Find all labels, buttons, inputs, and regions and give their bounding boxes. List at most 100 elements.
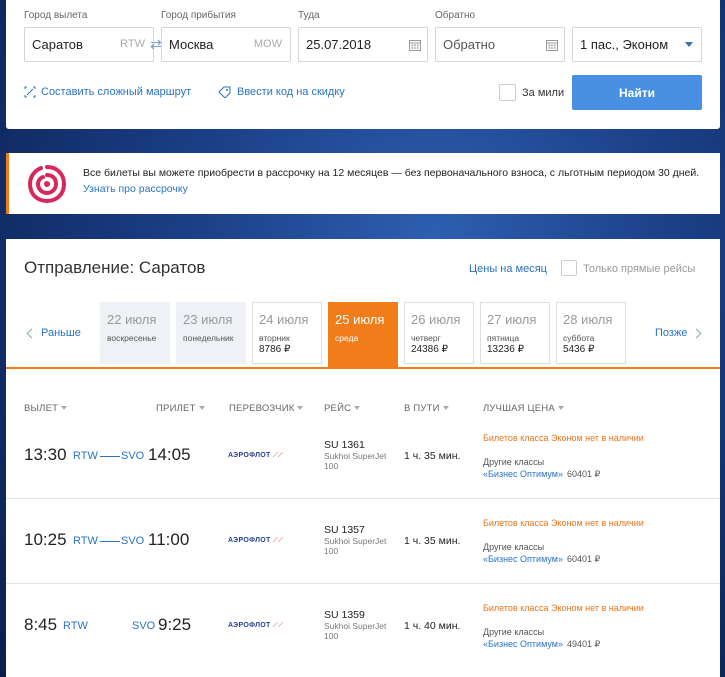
sort-icon bbox=[442, 406, 449, 411]
date-card-weekday: пятница bbox=[487, 333, 520, 343]
divider bbox=[6, 367, 720, 369]
depart-date-field[interactable]: 25.07.2018 bbox=[298, 27, 428, 62]
from-field[interactable]: Саратов RTW bbox=[24, 27, 154, 62]
passengers-value: 1 пас., Эконом bbox=[580, 37, 669, 52]
to-value: Москва bbox=[169, 37, 214, 52]
date-card[interactable]: 22 июля воскресенье bbox=[100, 302, 170, 364]
direct-only-checkbox[interactable] bbox=[561, 260, 577, 276]
col-carrier-header[interactable]: ПЕРЕВОЗЧИК bbox=[229, 403, 304, 414]
to-code: MOW bbox=[253, 38, 282, 50]
flight-row[interactable]: 8:45 RTW SVO 9:25 АЭРОФЛОТ ⟋⟋ SU 1359 Su… bbox=[6, 583, 720, 668]
fare-class-link[interactable]: «Бизнес Оптимум» bbox=[483, 554, 563, 564]
search-button[interactable]: Найти bbox=[572, 75, 702, 110]
route-line bbox=[100, 456, 120, 457]
flight-number: SU 1357 bbox=[324, 524, 365, 536]
col-price-header[interactable]: ЛУЧШАЯ ЦЕНА bbox=[483, 403, 564, 414]
arrive-time: 9:25 bbox=[158, 615, 192, 634]
installment-logo-icon bbox=[27, 165, 67, 204]
date-card-weekday: воскресенье bbox=[107, 333, 157, 343]
date-card-selected[interactable]: 25 июля среда bbox=[328, 302, 398, 368]
return-label: Обратно bbox=[435, 10, 476, 21]
arrive-airport: SVO bbox=[121, 535, 145, 547]
later-label: Позже bbox=[655, 327, 688, 339]
date-card-date: 25 июля bbox=[335, 312, 385, 327]
from-value: Саратов bbox=[32, 37, 83, 52]
date-card-weekday: вторник bbox=[259, 333, 290, 343]
fare-class-link[interactable]: «Бизнес Оптимум» bbox=[483, 639, 563, 649]
later-link[interactable]: Позже bbox=[655, 327, 702, 339]
col-depart-header[interactable]: ВЫЛЕТ bbox=[24, 403, 68, 414]
chevron-down-icon bbox=[685, 42, 693, 47]
flight-row[interactable]: 10:25 RTW SVO 11:00 АЭРОФЛОТ ⟋⟋ SU 1357 … bbox=[6, 498, 720, 583]
from-code: RTW bbox=[120, 38, 145, 50]
fare-price: 60401 ₽ bbox=[567, 469, 601, 479]
depart-label: Туда bbox=[298, 10, 320, 21]
date-card[interactable]: 24 июля вторник 8786 ₽ bbox=[252, 302, 322, 364]
depart-airport: RTW bbox=[73, 450, 98, 462]
sort-icon bbox=[354, 406, 361, 411]
airline-logo: АЭРОФЛОТ ⟋⟋ bbox=[228, 537, 284, 544]
date-card-date: 22 июля bbox=[107, 312, 157, 327]
depart-time: 10:25 bbox=[24, 530, 67, 549]
to-field[interactable]: Москва MOW bbox=[161, 27, 291, 62]
arrive-airport: SVO bbox=[132, 620, 156, 632]
sort-icon bbox=[61, 406, 68, 411]
date-card-date: 24 июля bbox=[259, 312, 309, 327]
airline-logo: АЭРОФЛОТ ⟋⟋ bbox=[228, 452, 284, 459]
economy-unavailable: Билетов класса Эконом нет в наличии bbox=[483, 518, 644, 528]
route-icon bbox=[24, 86, 36, 98]
col-flight-header[interactable]: РЕЙС bbox=[324, 403, 361, 414]
installment-link[interactable]: Узнать про рассрочку bbox=[83, 183, 188, 195]
depart-time: 13:30 bbox=[24, 445, 67, 464]
flight-row[interactable]: 13:30 RTW SVO 14:05 АЭРОФЛОТ ⟋⟋ SU 1361 … bbox=[6, 423, 720, 508]
economy-unavailable: Билетов класса Эконом нет в наличии bbox=[483, 603, 644, 613]
date-card[interactable]: 23 июля понедельник bbox=[176, 302, 246, 364]
installment-banner: Все билеты вы можете приобрести в рассро… bbox=[6, 153, 720, 214]
date-card[interactable]: 28 июля суббота 5436 ₽ bbox=[556, 302, 626, 364]
date-card-weekday: четверг bbox=[411, 333, 441, 343]
earlier-link[interactable]: Раньше bbox=[26, 327, 81, 339]
swap-icon[interactable]: ⇄ bbox=[150, 36, 162, 53]
passengers-select[interactable]: 1 пас., Эконом bbox=[572, 27, 702, 62]
aircraft-type: Sukhoi SuperJet 100 bbox=[324, 621, 387, 641]
to-label: Город прибытия bbox=[161, 10, 236, 21]
prices-month-link[interactable]: Цены на месяц bbox=[469, 263, 547, 275]
direct-only-label: Только прямые рейсы bbox=[583, 263, 696, 275]
calendar-icon[interactable] bbox=[409, 39, 421, 51]
complex-route-link[interactable]: Составить сложный маршрут bbox=[24, 86, 191, 98]
fare-class-link[interactable]: «Бизнес Оптимум» bbox=[483, 469, 563, 479]
date-card[interactable]: 26 июля четверг 24386 ₽ bbox=[404, 302, 474, 364]
depart-value: 25.07.2018 bbox=[306, 37, 372, 52]
from-label: Город вылета bbox=[24, 10, 88, 21]
fare-price: 49401 ₽ bbox=[567, 639, 601, 649]
arrive-time: 14:05 bbox=[148, 445, 191, 464]
aircraft-type: Sukhoi SuperJet 100 bbox=[324, 451, 387, 471]
aircraft-type: Sukhoi SuperJet 100 bbox=[324, 536, 387, 556]
miles-checkbox[interactable] bbox=[499, 84, 516, 101]
arrive-airport: SVO bbox=[121, 450, 145, 462]
promo-code-link[interactable]: Ввести код на скидку bbox=[218, 86, 345, 98]
date-card[interactable]: 27 июля пятница 13236 ₽ bbox=[480, 302, 550, 364]
col-arrive-header[interactable]: ПРИЛЕТ bbox=[156, 403, 205, 414]
depart-airport: RTW bbox=[63, 620, 88, 632]
return-placeholder: Обратно bbox=[443, 37, 496, 52]
calendar-icon[interactable] bbox=[546, 39, 558, 51]
airline-logo: АЭРОФЛОТ ⟋⟋ bbox=[228, 622, 284, 629]
search-panel: Город вылета Саратов RTW ⇄ Город прибыти… bbox=[6, 0, 720, 129]
return-date-field[interactable]: Обратно bbox=[435, 27, 565, 62]
date-card-date: 28 июля bbox=[563, 312, 613, 327]
tag-icon bbox=[218, 86, 231, 98]
promo-code-label: Ввести код на скидку bbox=[237, 86, 345, 98]
date-card-date: 26 июля bbox=[411, 312, 461, 327]
date-card-price: 8786 ₽ bbox=[259, 344, 291, 355]
page-title: Отправление: Саратов bbox=[24, 258, 206, 277]
date-card-weekday: понедельник bbox=[183, 333, 234, 343]
installment-text: Все билеты вы можете приобрести в рассро… bbox=[83, 167, 700, 179]
col-duration-header[interactable]: В ПУТИ bbox=[404, 403, 449, 414]
economy-unavailable: Билетов класса Эконом нет в наличии bbox=[483, 433, 644, 443]
date-card-weekday: среда bbox=[335, 333, 359, 343]
date-card-date: 27 июля bbox=[487, 312, 537, 327]
flight-duration: 1 ч. 40 мин. bbox=[404, 620, 461, 632]
route-line bbox=[100, 541, 120, 542]
date-card-date: 23 июля bbox=[183, 312, 233, 327]
